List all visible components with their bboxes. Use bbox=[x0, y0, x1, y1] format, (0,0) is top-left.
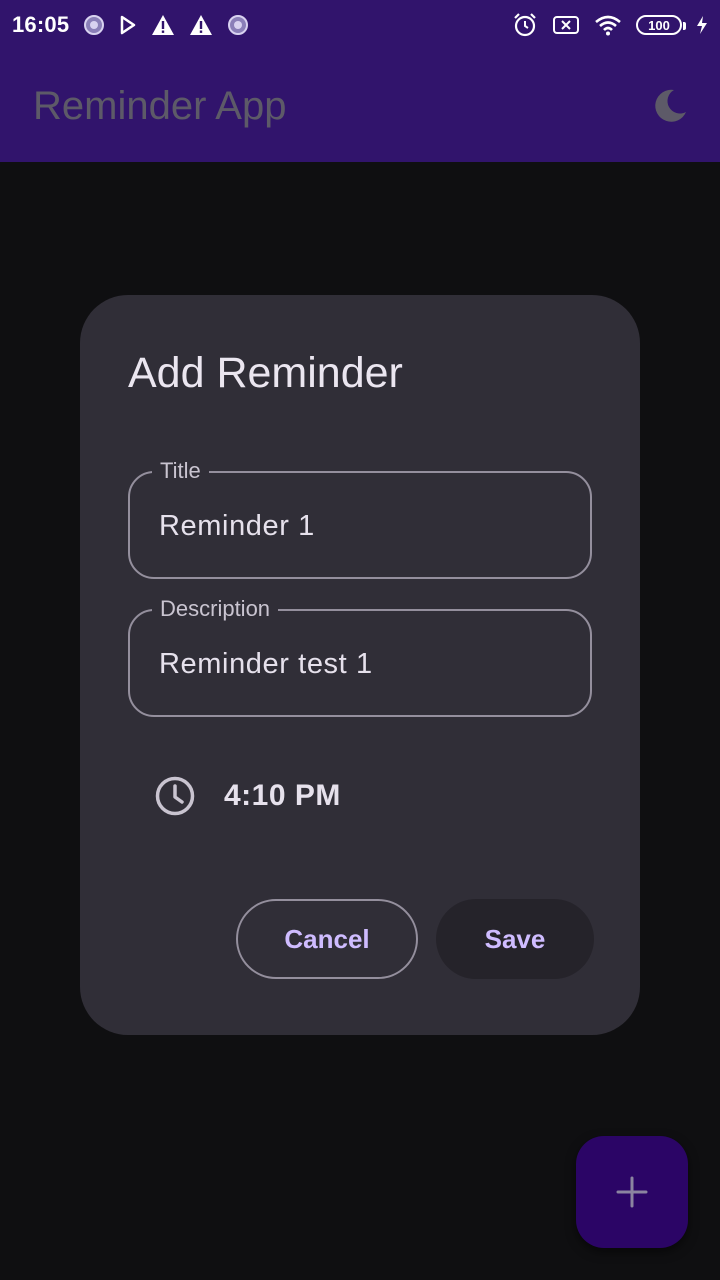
status-time: 16:05 bbox=[12, 12, 70, 37]
app-bar: Reminder App bbox=[0, 50, 720, 162]
save-button[interactable]: Save bbox=[436, 899, 594, 979]
description-field[interactable]: Description bbox=[128, 596, 592, 717]
battery-indicator: 100 bbox=[636, 15, 686, 35]
theme-toggle-button[interactable] bbox=[646, 82, 694, 130]
alarm-icon bbox=[512, 12, 538, 38]
add-reminder-fab[interactable] bbox=[576, 1136, 688, 1248]
time-value: 4:10 PM bbox=[224, 779, 341, 812]
dialog-actions: Cancel Save bbox=[236, 899, 594, 979]
time-picker-row[interactable]: 4:10 PM bbox=[154, 773, 341, 819]
description-field-label: Description bbox=[152, 596, 279, 622]
description-input[interactable] bbox=[159, 647, 590, 681]
app-title: Reminder App bbox=[33, 83, 287, 128]
wifi-icon bbox=[594, 14, 622, 36]
warning-icon bbox=[151, 14, 175, 36]
charging-icon bbox=[696, 15, 708, 35]
moon-icon bbox=[655, 89, 686, 122]
play-store-icon bbox=[119, 15, 137, 35]
warning-icon-2 bbox=[189, 14, 213, 36]
status-left: 16:05 bbox=[12, 12, 249, 38]
plus-icon bbox=[616, 1176, 648, 1208]
cancel-button[interactable]: Cancel bbox=[236, 899, 418, 979]
title-field[interactable]: Title bbox=[128, 458, 592, 579]
sim-off-icon bbox=[552, 14, 580, 36]
app-notification-icon-2 bbox=[227, 14, 249, 36]
title-input[interactable] bbox=[159, 509, 590, 543]
status-right: 100 bbox=[512, 12, 708, 38]
app-notification-icon bbox=[83, 14, 105, 36]
dialog-title: Add Reminder bbox=[128, 349, 403, 397]
status-bar: 16:05 100 bbox=[0, 0, 720, 50]
clock-icon bbox=[155, 776, 195, 816]
add-reminder-dialog: Add Reminder Title Description 4:10 PM C… bbox=[80, 295, 640, 1035]
title-field-label: Title bbox=[152, 458, 209, 484]
